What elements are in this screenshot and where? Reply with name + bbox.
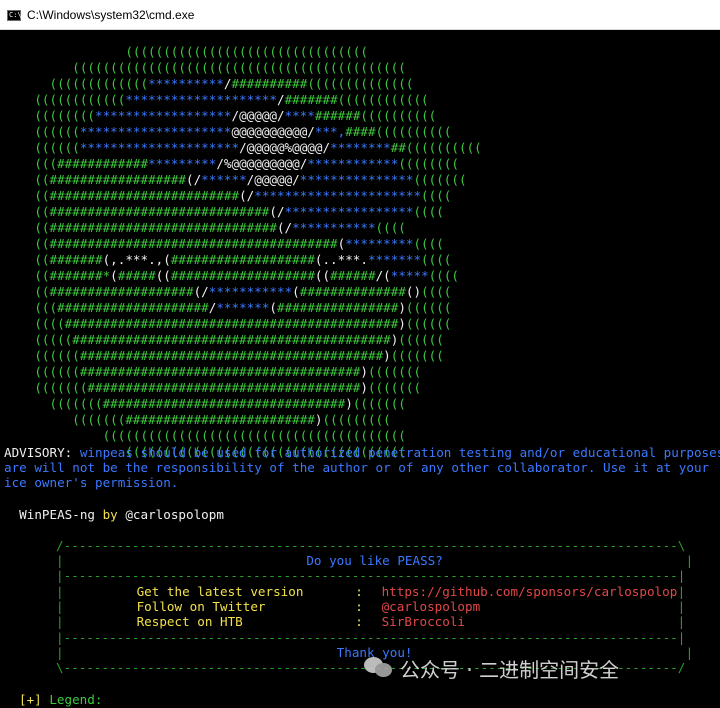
ascii-art-line: (((((###################################… bbox=[4, 332, 444, 347]
legend-marker: [+] bbox=[19, 692, 42, 707]
ascii-art-line: ((((((##################################… bbox=[4, 364, 422, 379]
ascii-art-line: (((############*********/%@@@@@@@@@/****… bbox=[4, 156, 459, 171]
ascii-art-line: ((###################(/***********(#####… bbox=[4, 284, 452, 299]
row-separator-3: : bbox=[355, 614, 363, 629]
box-question-row: | Do you like PEASS? | bbox=[56, 553, 694, 568]
cmd-app-icon: C:\_ bbox=[7, 10, 26, 21]
ascii-art-line: (((((((((((((**********/##########((((((… bbox=[4, 76, 414, 91]
ascii-art-line: ((#############################(/*******… bbox=[4, 204, 444, 219]
sponsor-link[interactable]: https://github.com/sponsors/carlospolop bbox=[382, 584, 678, 599]
ascii-art-line: ((((((********************@@@@@@@@@@/***… bbox=[4, 124, 452, 139]
ascii-art-line: ((##############################(/******… bbox=[4, 220, 406, 235]
console-output[interactable]: (((((((((((((((((((((((((((((((( (((((((… bbox=[4, 30, 720, 708]
advisory-line-2: are will not be the responsibility of th… bbox=[4, 460, 710, 475]
ascii-art-line: ((((####################################… bbox=[4, 316, 452, 331]
row-label-version: Get the latest version bbox=[136, 584, 304, 599]
advisory-text-1: winpeas should be used for authorized pe… bbox=[72, 445, 720, 460]
row-separator-2: : bbox=[355, 599, 363, 614]
ascii-art-line: ((##################(/******/@@@@@/*****… bbox=[4, 172, 467, 187]
advisory-line-3: ice owner's permission. bbox=[4, 475, 179, 490]
legend-label: Legend: bbox=[41, 692, 103, 707]
ascii-art-line: (((((((((((((((((((((((((((((((((((((((( bbox=[4, 428, 406, 443]
advisory-label: ADVISORY: bbox=[4, 445, 73, 460]
advisory-line-1: ADVISORY: winpeas should be used for aut… bbox=[4, 445, 720, 460]
box-row-version: | Get the latest version: https://github.c… bbox=[56, 584, 686, 599]
ascii-art-line: (((((((################################)… bbox=[4, 396, 406, 411]
ascii-art-line: ((((((((((((********************/#######… bbox=[4, 92, 429, 107]
ascii-art-line: ((#########################(/***********… bbox=[4, 188, 452, 203]
author-handle: @carlospolopm bbox=[125, 507, 224, 522]
box-top-border: /---------------------------------------… bbox=[56, 538, 686, 553]
ascii-art-line: (((((((#########################)(((((((… bbox=[4, 412, 391, 427]
ascii-art-line: ((((((*********************/@@@@@%@@@@/*… bbox=[4, 140, 482, 155]
watermark-text: 公众号 · 二进制空间安全 bbox=[400, 657, 620, 682]
htb-name: SirBroccoli bbox=[381, 614, 465, 629]
ascii-art-line: (((####################/*******(########… bbox=[4, 300, 452, 315]
box-row-htb: | Respect on HTB: SirBroccoli | bbox=[56, 614, 686, 629]
ascii-art-line: (((((((((((((((((((((((((((((((( bbox=[4, 44, 368, 59]
legend-line: [+] Legend: bbox=[19, 692, 102, 707]
box-divider-1: |---------------------------------------… bbox=[56, 568, 686, 583]
tool-name: WinPEAS-ng bbox=[19, 507, 95, 522]
window-title: C:\Windows\system32\cmd.exe bbox=[27, 8, 195, 22]
box-row-twitter: | Follow on Twitter: @carlospolopm | bbox=[56, 599, 686, 614]
ascii-art-line: (((((((#################################… bbox=[4, 380, 422, 395]
row-label-htb: Respect on HTB bbox=[136, 614, 243, 629]
title-bar[interactable]: C:\_ C:\Windows\system32\cmd.exe bbox=[0, 0, 720, 30]
row-separator-1: : bbox=[355, 584, 363, 599]
banner-by: by bbox=[95, 507, 126, 522]
ascii-art-line: ((((((##################################… bbox=[4, 348, 444, 363]
watermark: 公众号 · 二进制空间安全 bbox=[364, 651, 619, 685]
box-divider-2: |---------------------------------------… bbox=[56, 630, 686, 645]
question-text: Do you like PEASS? bbox=[306, 553, 443, 568]
row-label-twitter: Follow on Twitter bbox=[136, 599, 266, 614]
twitter-handle: @carlospolopm bbox=[381, 599, 481, 614]
ascii-art-line: ((((((((((((((((((((((((((((((((((((((((… bbox=[4, 60, 406, 75]
ascii-art-line: ((((((((******************/@@@@@/****###… bbox=[4, 108, 437, 123]
wechat-icon bbox=[364, 655, 394, 681]
banner-line: WinPEAS-ng by @carlospolopm bbox=[4, 507, 224, 522]
ascii-art-line: ((#######*(#####((###################((#… bbox=[4, 268, 460, 283]
ascii-art-line: ((#######(,.***.,(###################(..… bbox=[4, 252, 452, 267]
ascii-art-line: ((######################################… bbox=[4, 236, 444, 251]
